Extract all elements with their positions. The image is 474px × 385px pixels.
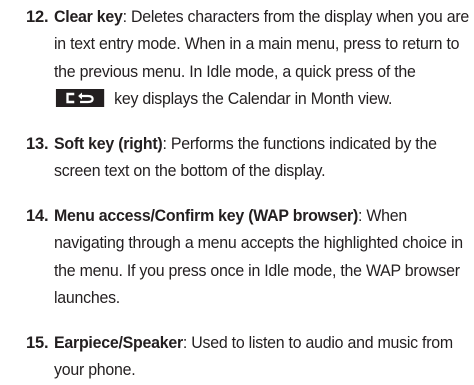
clear-back-key-icon (55, 88, 105, 107)
item-number: 15. (26, 334, 49, 352)
item-number: 12. (26, 8, 49, 26)
item-body: Earpiece/Speaker: Used to listen to audi… (54, 330, 470, 385)
item-text-continued: key displays the Calendar in Month view. (109, 89, 393, 108)
item-term: Clear key (54, 8, 123, 26)
item-term: Menu access/Confirm key (WAP browser) (54, 207, 359, 225)
item-term: Earpiece/Speaker (54, 334, 183, 352)
item-term: Soft key (right) (54, 135, 163, 153)
item-body: Menu access/Confirm key (WAP browser): W… (54, 203, 470, 312)
item-number: 13. (26, 135, 49, 153)
item-body: Soft key (right): Performs the functions… (54, 131, 470, 186)
item-body: Clear key: Deletes characters from the d… (54, 4, 470, 113)
item-number: 14. (26, 207, 49, 225)
